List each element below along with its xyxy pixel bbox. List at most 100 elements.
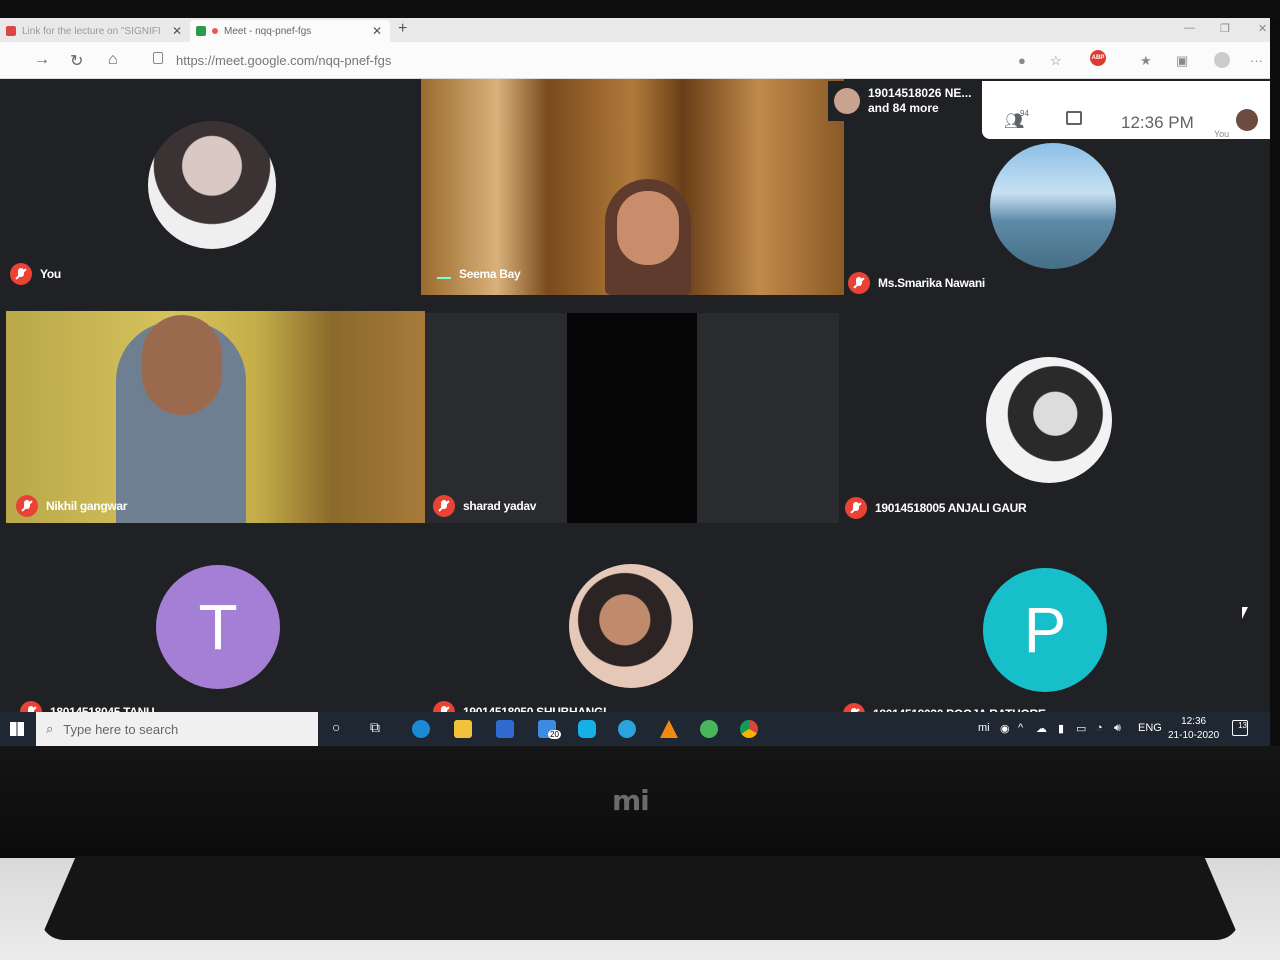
avatar [986,357,1112,483]
avatar [148,121,276,249]
participant-name: 19014518005 ANJALI GAUR [875,501,1027,515]
participant-video-tile[interactable]: Seema Bay [421,79,844,295]
onedrive-icon[interactable]: ☁ [1036,722,1047,735]
participant-name-row: 19014518005 ANJALI GAUR [845,497,1027,519]
meet-top-right-bar: 👥︎ 94 12:36 PM You [982,81,1270,139]
chat-icon[interactable] [1066,111,1082,125]
tab-label: Link for the lecture on "SIGNIFI [22,25,161,37]
participant-name-row: sharad yadav [433,495,536,517]
windows-start-icon[interactable] [10,722,24,736]
more-participants-line1: 19014518026 NE... [868,86,972,100]
favorite-star-icon[interactable]: ☆ [1050,53,1062,69]
tab-lecture-link[interactable]: Link for the lecture on "SIGNIFI ✕ [0,20,190,42]
close-tab-icon[interactable]: ✕ [372,24,382,38]
avatar-letter: P [1023,594,1067,666]
cortana-icon[interactable]: ○ [332,719,340,735]
avatar: P [983,568,1107,692]
laptop-screen: Link for the lecture on "SIGNIFI ✕ Meet … [0,18,1270,746]
browser-address-bar: → ↻ ⌂ https://meet.google.com/nqq-pnef-f… [0,42,1270,79]
mouse-cursor-icon [1242,607,1248,619]
show-hidden-icons[interactable]: ^ [1018,722,1023,734]
participant-tile[interactable]: T 18014518045 TANU [10,523,425,730]
more-icon[interactable]: ··· [1250,53,1263,68]
participant-tile[interactable]: P 18014518030 POOJA RATHORE [839,523,1270,730]
wifi-icon[interactable]: ◔ [1096,722,1103,734]
participant-count: 94 [1020,109,1029,118]
mic-off-icon [845,497,867,519]
collections-icon[interactable]: ▣ [1176,53,1188,69]
participant-face [142,315,222,415]
participant-tile[interactable] [844,121,1270,295]
search-placeholder: Type here to search [63,721,179,737]
browser-tab-bar: Link for the lecture on "SIGNIFI ✕ Meet … [0,18,1270,42]
file-explorer-icon[interactable] [454,720,472,738]
gmail-icon [6,26,16,36]
sync-icon[interactable]: ◉ [1000,722,1010,735]
lock-icon [153,52,163,64]
edge-icon[interactable] [412,720,430,738]
participant-name-row: Nikhil gangwar [16,495,127,517]
taskbar-date: 21-10-2020 [1168,730,1220,741]
language-indicator[interactable]: ENG [1138,722,1162,734]
laptop-hinge [40,856,1240,940]
participant-tile[interactable]: 19014518005 ANJALI GAUR [839,311,1270,523]
vlc-icon[interactable] [660,720,678,738]
tab-label: Meet - nqq-pnef-fgs [224,25,312,37]
minimize-icon[interactable]: — [1184,22,1195,34]
search-icon: ⌕ [46,721,54,736]
forward-icon[interactable]: → [34,51,50,69]
mic-icon[interactable]: ● [1018,53,1026,68]
more-participants-chip[interactable]: 19014518026 NE... and 84 more [828,81,982,121]
meet-icon [196,26,206,36]
tab-meet[interactable]: Meet - nqq-pnef-fgs ✕ [190,20,390,42]
mi-logo: mi [612,784,650,817]
participant-video [567,313,697,523]
maximize-icon[interactable]: ❐ [1220,22,1230,35]
new-tab-icon[interactable]: + [398,20,407,38]
volume-icon[interactable]: 🔊︎ [1114,722,1121,735]
task-view-icon[interactable]: ⧉ [370,719,380,736]
close-tab-icon[interactable]: ✕ [172,24,182,38]
app-icon[interactable] [578,720,596,738]
participant-name-row: Seema Bay [437,267,521,281]
avatar [834,88,860,114]
notification-center-icon[interactable]: 13 [1232,720,1248,736]
participant-video-tile[interactable]: Nikhil gangwar [6,311,425,523]
profile-icon[interactable] [1214,52,1230,68]
chrome-icon[interactable] [740,720,758,738]
battery-icon[interactable]: ▭ [1076,722,1086,735]
participant-name: Seema Bay [459,267,521,281]
close-window-icon[interactable]: ✕ [1258,22,1267,35]
refresh-icon[interactable]: ↻ [70,51,83,71]
chrome-profile-icon[interactable] [700,720,718,738]
taskbar-search[interactable]: ⌕ Type here to search [36,712,318,746]
notification-count: 13 [1238,721,1247,730]
self-label: You [1214,129,1230,139]
windows-taskbar: ⌕ Type here to search ○ ⧉ 20 mi ◉ ^ ☁ ▮ … [0,712,1270,746]
meet-grid: You Seema Bay Ms.Smarika Nawani Nikhil g… [0,79,1270,730]
mic-off-icon [16,495,38,517]
mi-tray-icon[interactable]: mi [978,722,990,734]
telegram-icon[interactable] [618,720,636,738]
url-field[interactable]: https://meet.google.com/nqq-pnef-fgs [176,53,391,68]
favorites-icon[interactable]: ★ [1140,53,1152,69]
avatar [990,143,1116,269]
taskbar-clock[interactable]: 12:36 21-10-2020 [1168,715,1219,743]
participant-tile[interactable]: You [0,79,421,293]
more-participants-line2: and 84 more [868,101,939,115]
participant-video-tile[interactable]: sharad yadav [425,313,839,523]
avatar [569,564,693,688]
adblock-icon[interactable]: ABP [1090,50,1106,66]
self-avatar[interactable] [1236,109,1258,131]
more-participants-text: 19014518026 NE... and 84 more [868,86,971,116]
taskbar-time: 12:36 [1181,716,1207,727]
recording-dot-icon [212,28,218,34]
meeting-clock: 12:36 PM [1121,113,1194,132]
participant-tile[interactable]: 19014518050 SHUBHANGI [425,523,839,730]
mic-tray-icon[interactable]: ▮ [1058,722,1064,735]
home-icon[interactable]: ⌂ [108,51,118,69]
store-icon[interactable] [496,720,514,738]
speaking-indicator-icon [437,269,451,279]
mail-badge: 20 [548,730,561,739]
participant-name: Nikhil gangwar [46,499,128,513]
